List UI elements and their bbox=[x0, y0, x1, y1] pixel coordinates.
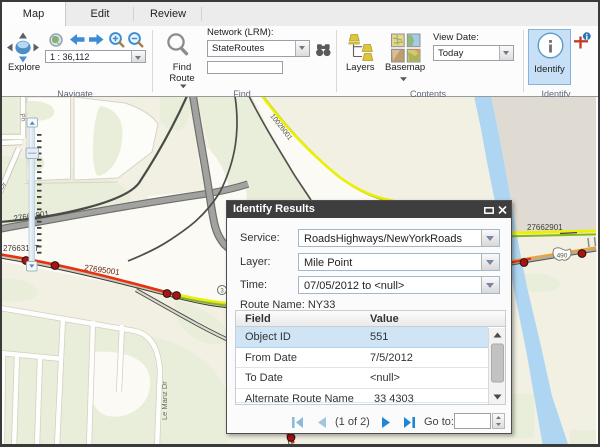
svg-text:Le Manz Dr: Le Manz Dr bbox=[160, 381, 169, 420]
svg-text:27662901: 27662901 bbox=[527, 223, 563, 232]
svg-text:490: 490 bbox=[557, 253, 568, 260]
